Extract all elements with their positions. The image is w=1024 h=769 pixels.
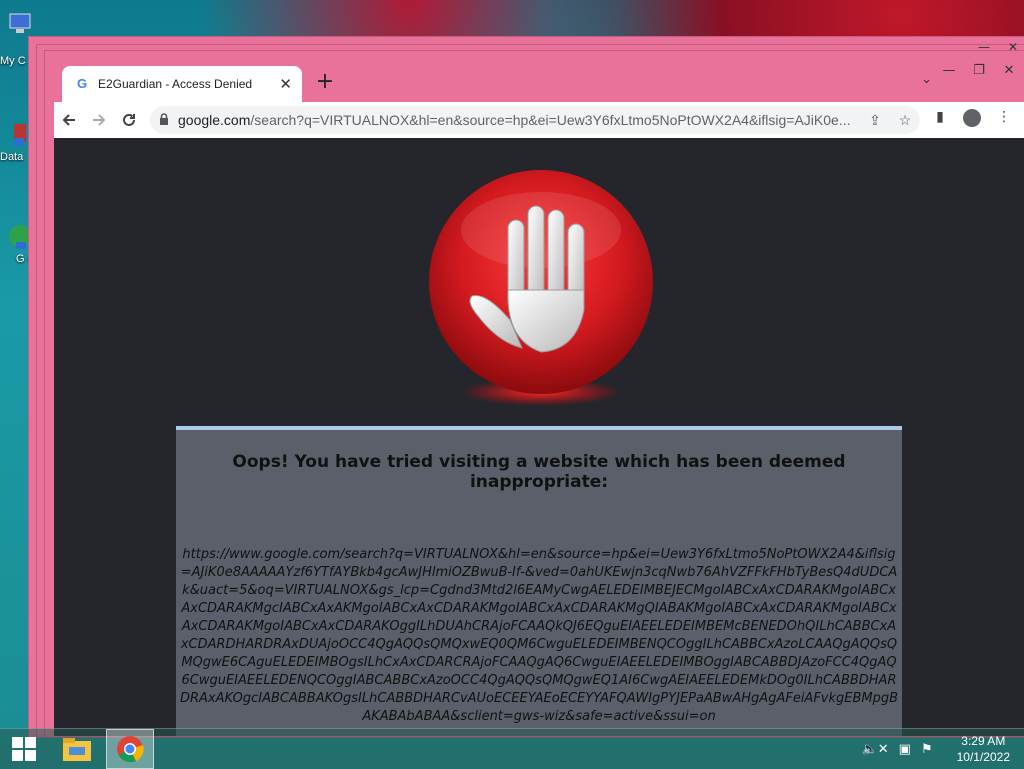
tab-title: E2Guardian - Access Denied xyxy=(98,77,253,91)
menu-kebab-icon[interactable]: ⋮ xyxy=(988,109,1020,131)
side-panel-icon[interactable]: ▮ xyxy=(924,109,956,131)
access-denied-message: Oops! You have tried visiting a website … xyxy=(232,452,846,492)
close-icon[interactable]: ✕ xyxy=(1008,40,1018,54)
reload-button[interactable] xyxy=(114,105,144,135)
window-controls: — ❐ ✕ xyxy=(934,56,1024,84)
close-button[interactable]: ✕ xyxy=(994,56,1024,84)
taskbar: 🔈✕ ▣ ⚑ 3:29 AM 10/1/2022 xyxy=(0,728,1024,769)
tab-e2guardian[interactable]: G E2Guardian - Access Denied ✕ xyxy=(62,66,302,102)
clock[interactable]: 3:29 AM 10/1/2022 xyxy=(957,733,1010,765)
network-icon[interactable]: ▣ xyxy=(899,742,911,757)
google-favicon-icon: G xyxy=(76,76,88,91)
background-window-controls: — ✕ xyxy=(978,40,1018,54)
clock-date: 10/1/2022 xyxy=(956,750,1010,764)
tab-strip: G E2Guardian - Access Denied ✕ + ⌄ — ❐ ✕ xyxy=(54,56,1024,102)
blocked-url-link[interactable]: https://www.google.com/search?q=VIRTUALN… xyxy=(176,546,902,726)
computer-icon xyxy=(9,13,31,33)
address-url[interactable]: google.com/search?q=VIRTUALNOX&hl=en&sou… xyxy=(178,112,860,128)
folder-icon xyxy=(63,738,91,761)
browser-toolbar: google.com/search?q=VIRTUALNOX&hl=en&sou… xyxy=(54,102,1024,138)
tab-close-icon[interactable]: ✕ xyxy=(279,75,292,93)
url-host: google.com xyxy=(178,112,251,128)
volume-muted-icon[interactable]: 🔈✕ xyxy=(862,742,889,757)
lock-icon[interactable] xyxy=(150,112,178,128)
arrow-left-icon xyxy=(62,114,75,126)
page-content: Oops! You have tried visiting a website … xyxy=(54,138,1024,736)
minimize-button[interactable]: — xyxy=(934,56,964,84)
access-denied-panel: Oops! You have tried visiting a website … xyxy=(176,426,902,736)
chrome-icon xyxy=(117,736,144,763)
profile-button[interactable] xyxy=(956,109,988,131)
address-bar[interactable]: google.com/search?q=VIRTUALNOX&hl=en&sou… xyxy=(150,106,920,134)
minimize-icon[interactable]: — xyxy=(978,40,990,54)
clock-time: 3:29 AM xyxy=(961,734,1006,748)
taskbar-app-file-explorer[interactable] xyxy=(54,730,100,768)
windows-logo-icon xyxy=(12,737,36,761)
back-button[interactable] xyxy=(54,105,84,135)
avatar-icon xyxy=(963,109,981,127)
reload-icon xyxy=(123,113,135,126)
share-icon[interactable]: ⇪ xyxy=(860,112,890,129)
taskbar-app-chrome[interactable] xyxy=(106,729,154,769)
system-tray: 🔈✕ ▣ ⚑ 3:29 AM 10/1/2022 xyxy=(862,733,1010,765)
stop-hand-icon xyxy=(429,170,653,406)
bookmark-star-icon[interactable]: ☆ xyxy=(890,112,920,129)
tab-search-chevron-icon[interactable]: ⌄ xyxy=(921,72,932,87)
forward-button[interactable] xyxy=(84,105,114,135)
action-center-flag-icon[interactable]: ⚑ xyxy=(921,742,933,757)
maximize-button[interactable]: ❐ xyxy=(964,56,994,84)
start-button[interactable] xyxy=(0,729,48,769)
new-tab-button[interactable]: + xyxy=(312,69,338,94)
arrow-right-icon xyxy=(93,114,106,126)
url-path: /search?q=VIRTUALNOX&hl=en&source=hp&ei=… xyxy=(250,112,851,128)
browser-window: G E2Guardian - Access Denied ✕ + ⌄ — ❐ ✕… xyxy=(54,56,1024,736)
toolbar-right: ▮ ⋮ xyxy=(924,109,1020,131)
